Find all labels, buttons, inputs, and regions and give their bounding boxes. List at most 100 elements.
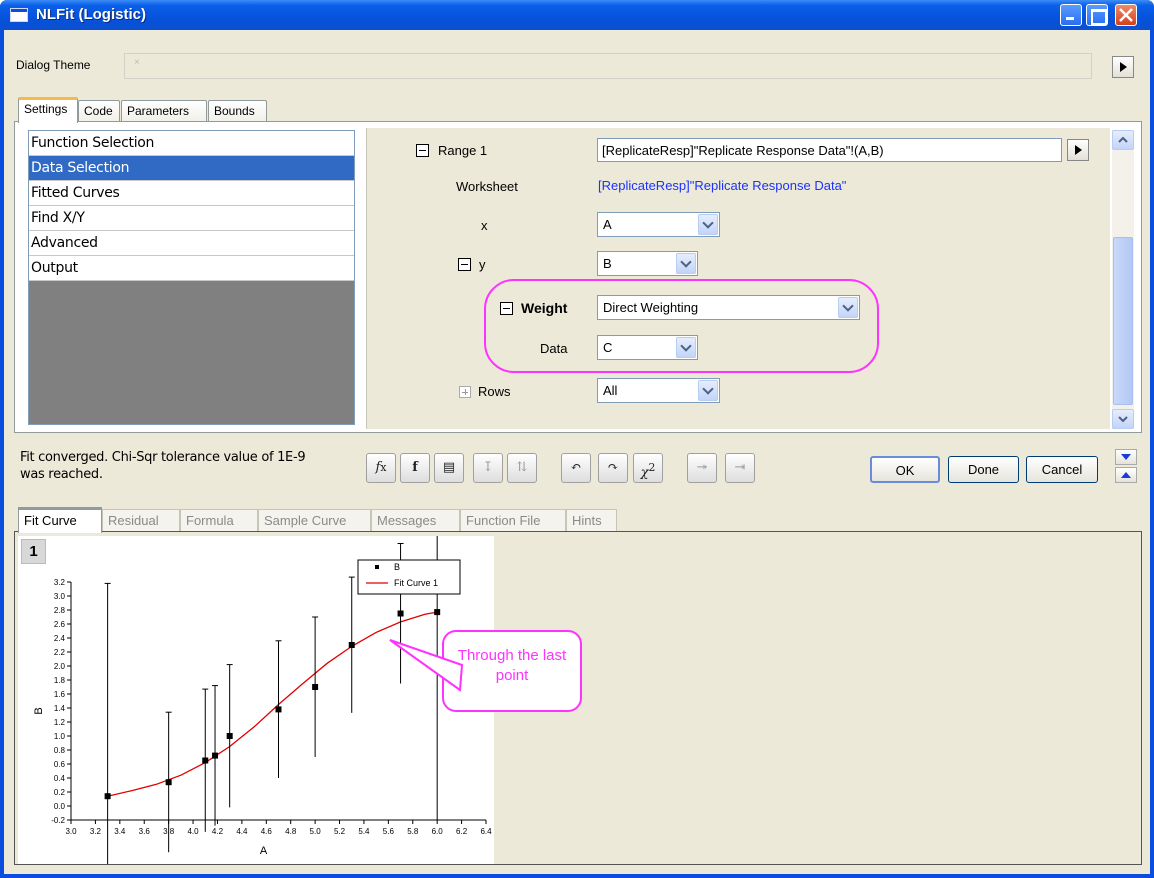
nav-item-function-selection[interactable]: Function Selection: [29, 131, 354, 156]
y-column-value: B: [603, 256, 612, 271]
nav-item-find-xy[interactable]: Find X/Y: [29, 206, 354, 231]
rows-expand-toggle[interactable]: [459, 386, 471, 398]
data-point: [348, 642, 355, 648]
x-tick-label: 5.4: [358, 827, 370, 836]
data-point: [312, 684, 319, 690]
range-menu-button[interactable]: [1067, 139, 1089, 161]
tab-bounds[interactable]: Bounds: [208, 100, 267, 122]
tab-function-file[interactable]: Function File: [460, 509, 566, 531]
range-label: Range 1: [438, 143, 488, 158]
expand-lower-panel-button[interactable]: [1115, 467, 1137, 483]
close-button[interactable]: [1115, 4, 1137, 26]
tab-residual[interactable]: Residual: [102, 509, 180, 531]
minimize-button[interactable]: [1060, 4, 1082, 26]
range-input[interactable]: [ReplicateResp]"Replicate Response Data"…: [597, 138, 1062, 162]
ok-button[interactable]: OK: [870, 456, 940, 483]
rows-value: All: [603, 383, 618, 398]
x-tick-label: 4.6: [261, 827, 273, 836]
tab-hints[interactable]: Hints: [566, 509, 617, 531]
property-scrollbar[interactable]: [1112, 130, 1134, 429]
fit-status-message: Fit converged. Chi-Sqr tolerance value o…: [20, 450, 306, 482]
fit-curve-chart: 3.0 3.2 3.4 3.6 3.8 4.0 4.2 4.4 4.6 4.8 5.0 5.2 5.4 5…: [33, 403, 492, 878]
triangle-down-icon: [1121, 454, 1131, 460]
scroll-down-button[interactable]: [1112, 409, 1134, 429]
x-tick-label: 5.6: [383, 827, 395, 836]
callout-text: Through the last point: [457, 647, 567, 684]
window-title: NLFit (Logistic): [36, 6, 146, 23]
step-iteration-icon[interactable]: ↠: [687, 453, 717, 483]
x-axis-title: A: [260, 845, 268, 857]
x-column-select[interactable]: A: [597, 212, 720, 237]
y-tick-label: 2.0: [54, 662, 66, 671]
nav-item-output[interactable]: Output: [29, 256, 354, 281]
scroll-up-button[interactable]: [1112, 130, 1134, 150]
dialog-theme-menu-button[interactable]: [1112, 56, 1134, 78]
y-tick-label: 3.2: [54, 578, 66, 587]
data-point: [165, 779, 172, 786]
y-tick-label: 2.4: [54, 634, 66, 643]
y-tick-label: 2.6: [54, 620, 66, 629]
chevron-up-icon: [1118, 136, 1128, 143]
y-tick-label: 0.2: [54, 788, 66, 797]
legend-label-fit: Fit Curve 1: [394, 578, 438, 588]
title-bar[interactable]: NLFit (Logistic): [0, 0, 1154, 30]
x-tick-label: 6.4: [480, 827, 492, 836]
tab-messages[interactable]: Messages: [371, 509, 460, 531]
graph-page[interactable]: 3.0 3.2 3.4 3.6 3.8 4.0 4.2 4.4 4.6 4.8 5.0 5.2 5.4 5…: [18, 403, 494, 878]
y-tick-label: 2.8: [54, 606, 66, 615]
x-tick-label: 4.8: [285, 827, 297, 836]
y-tick-label: 3.0: [54, 592, 66, 601]
close-icon: [1119, 8, 1133, 22]
chevron-down-icon[interactable]: [698, 214, 718, 235]
maximize-button[interactable]: [1086, 4, 1108, 26]
nav-item-fitted-curves[interactable]: Fitted Curves: [29, 181, 354, 206]
save-icon[interactable]: ▤: [434, 453, 464, 483]
layer-number[interactable]: 1: [21, 539, 46, 564]
chevron-down-icon[interactable]: [698, 380, 718, 401]
x-tick-label: 5.0: [310, 827, 322, 836]
y-tick-label: 0.4: [54, 774, 66, 783]
x-tick-label: 5.2: [334, 827, 346, 836]
undo-iteration-button[interactable]: ↷: [598, 453, 628, 483]
tab-code[interactable]: Code: [78, 100, 120, 122]
weight-highlight-annotation: [484, 279, 879, 373]
y-tick-label: 1.6: [54, 690, 66, 699]
tab-sample-curve[interactable]: Sample Curve: [258, 509, 371, 531]
tab-settings[interactable]: Settings: [18, 97, 78, 123]
nav-item-advanced[interactable]: Advanced: [29, 231, 354, 256]
tree-icon[interactable]: ⇅: [507, 453, 537, 483]
fit-until-converged-button[interactable]: fx: [366, 453, 396, 483]
x-tick-label: 5.8: [407, 827, 419, 836]
dialog-theme-field[interactable]: ×: [124, 53, 1092, 79]
done-button[interactable]: Done: [948, 456, 1019, 483]
sort-icon[interactable]: ↧: [473, 453, 503, 483]
x-tick-label: 4.4: [236, 827, 248, 836]
collapse-lower-panel-button[interactable]: [1115, 449, 1137, 465]
range-collapse-toggle[interactable]: [416, 144, 429, 157]
settings-nav-list[interactable]: Function Selection Data Selection Fitted…: [28, 130, 355, 425]
tab-fit-curve[interactable]: Fit Curve: [18, 507, 102, 533]
y-column-select[interactable]: B: [597, 251, 698, 276]
nav-item-data-selection[interactable]: Data Selection: [29, 156, 354, 181]
worksheet-value: [ReplicateResp]"Replicate Response Data": [598, 178, 847, 193]
x-tick-label: 3.6: [139, 827, 151, 836]
fit-curve-line: [107, 611, 438, 797]
y-tick-label: 1.4: [54, 704, 66, 713]
y-tick-label: 1.2: [54, 718, 66, 727]
chevron-down-icon[interactable]: [676, 253, 696, 274]
tab-formula[interactable]: Formula: [180, 509, 258, 531]
triangle-up-icon: [1121, 472, 1131, 478]
rows-select[interactable]: All: [597, 378, 720, 403]
y-tick-label: 1.8: [54, 676, 66, 685]
fit-one-iteration-button[interactable]: f: [400, 453, 430, 483]
tab-parameters[interactable]: Parameters: [121, 100, 207, 122]
fit-till-end-icon[interactable]: ⇥: [725, 453, 755, 483]
chi-square-button[interactable]: χ2: [633, 453, 663, 483]
scroll-thumb[interactable]: [1113, 237, 1133, 405]
y-collapse-toggle[interactable]: [458, 258, 471, 271]
cancel-button[interactable]: Cancel: [1026, 456, 1098, 483]
y-tick-label: 2.2: [54, 648, 66, 657]
legend-label-b: B: [394, 562, 400, 572]
reset-params-button[interactable]: ↶: [561, 453, 591, 483]
dialog-theme-value: ×: [134, 57, 140, 68]
